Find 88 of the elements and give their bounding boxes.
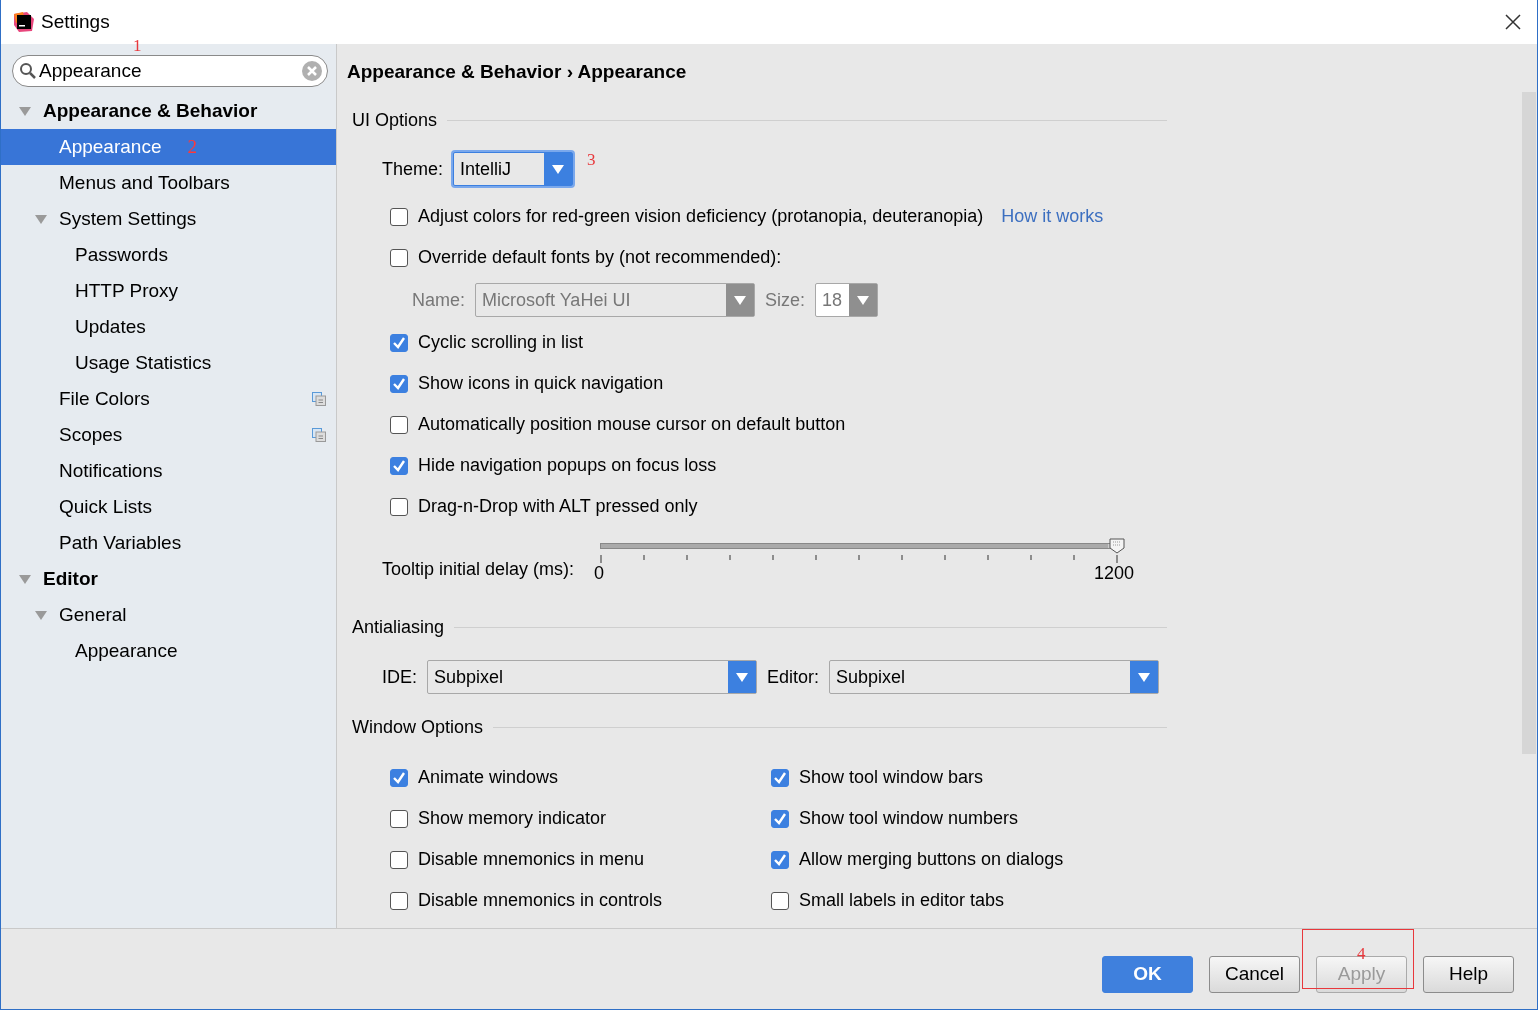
dropdown-arrow-icon (552, 164, 565, 174)
tree-item[interactable]: General (1, 597, 336, 633)
checkbox[interactable] (390, 333, 408, 352)
app-logo-icon (13, 11, 35, 33)
checkbox[interactable] (390, 850, 408, 869)
tree-item[interactable]: Usage Statistics (1, 345, 336, 381)
checkbox-label: Hide navigation popups on focus loss (418, 455, 717, 476)
checkbox[interactable] (771, 809, 789, 828)
expand-arrow-icon[interactable] (35, 213, 47, 225)
clear-icon[interactable] (301, 60, 323, 82)
checkbox-label: Animate windows (418, 767, 559, 788)
field-label: IDE: (382, 666, 417, 688)
help-link[interactable]: How it works (1001, 206, 1104, 227)
checkbox[interactable] (390, 415, 408, 434)
slider-min-label: 0 (594, 563, 605, 584)
tree-item[interactable]: Path Variables (1, 525, 336, 561)
dialog-button[interactable]: Help (1423, 955, 1514, 993)
dropdown-arrow-icon (734, 295, 746, 305)
field-label: Editor: (767, 666, 820, 688)
checkbox-label: Small labels in editor tabs (799, 890, 1005, 911)
checkbox[interactable] (771, 891, 789, 910)
checkbox-label: Show memory indicator (418, 808, 607, 829)
scrollbar[interactable] (1522, 92, 1536, 754)
copy-icon (312, 392, 326, 406)
checkbox[interactable] (390, 497, 408, 516)
checkbox-label: Drag-n-Drop with ALT pressed only (418, 496, 698, 517)
tree-item[interactable]: Quick Lists (1, 489, 336, 525)
tree-item[interactable]: HTTP Proxy (1, 273, 336, 309)
checkbox[interactable] (390, 374, 408, 393)
copy-icon (312, 428, 326, 442)
section-title: Antialiasing (352, 616, 445, 638)
expand-arrow-icon[interactable] (19, 573, 31, 585)
section-title: UI Options (352, 109, 438, 131)
breadcrumb: Appearance & Behavior › Appearance (347, 60, 688, 84)
checkbox-label: Cyclic scrolling in list (418, 332, 584, 353)
checkbox[interactable] (390, 248, 408, 267)
tree-item[interactable]: Updates (1, 309, 336, 345)
slider-max-label: 1200 (1094, 563, 1135, 584)
checkbox[interactable] (771, 768, 789, 787)
dialog-button[interactable]: Cancel (1209, 955, 1300, 993)
checkbox-label: Allow merging buttons on dialogs (799, 849, 1064, 870)
annotation-number: 2 (187, 136, 197, 158)
slider-thumb[interactable] (1109, 538, 1126, 554)
checkbox[interactable] (771, 850, 789, 869)
field-label: Name: (412, 289, 465, 311)
checkbox-label: Show tool window bars (799, 767, 984, 788)
checkbox[interactable] (390, 456, 408, 475)
antialiasing-dropdown[interactable]: Subpixel (829, 660, 1160, 694)
annotation-number: 3 (587, 150, 596, 170)
theme-dropdown[interactable]: IntelliJ (453, 152, 574, 186)
checkbox-label: Show icons in quick navigation (418, 373, 664, 394)
checkbox-label: Automatically position mouse cursor on default button (418, 414, 846, 435)
antialiasing-dropdown[interactable]: Subpixel (427, 660, 757, 694)
dialog-button[interactable]: OK (1102, 955, 1193, 993)
slider-label: Tooltip initial delay (ms): (382, 559, 575, 580)
tree-item[interactable]: Appearance & Behavior (1, 93, 336, 129)
tree-item[interactable]: File Colors (1, 381, 336, 417)
expand-arrow-icon[interactable] (19, 105, 31, 117)
tree-item[interactable]: Notifications (1, 453, 336, 489)
tree-item[interactable]: Appearance (1, 633, 336, 669)
checkbox[interactable] (390, 809, 408, 828)
search-field[interactable]: Appearance (12, 55, 328, 87)
search-icon (19, 62, 37, 80)
tree-item[interactable]: System Settings (1, 201, 336, 237)
tree-item[interactable]: Editor (1, 561, 336, 597)
close-icon[interactable] (1505, 14, 1521, 30)
checkbox-label: Adjust colors for red-green vision deficiency (protanopia, deuteranopia) (418, 206, 984, 227)
dropdown-arrow-icon (736, 672, 748, 682)
window-title: Settings (41, 11, 110, 33)
tree-item[interactable]: Scopes (1, 417, 336, 453)
section-title: Window Options (352, 716, 484, 738)
checkbox-label: Show tool window numbers (799, 808, 1019, 829)
tree-item[interactable]: Menus and Toolbars (1, 165, 336, 201)
checkbox-label: Disable mnemonics in menu (418, 849, 645, 870)
checkbox[interactable] (390, 207, 408, 226)
checkbox[interactable] (390, 768, 408, 787)
field-label: Theme: (382, 158, 444, 180)
dropdown-arrow-icon (1138, 672, 1151, 682)
expand-arrow-icon[interactable] (35, 609, 47, 621)
checkbox-label: Disable mnemonics in controls (418, 890, 663, 911)
tree-item[interactable]: Passwords (1, 237, 336, 273)
tree-item[interactable]: Appearance 2 (1, 129, 336, 165)
search-input[interactable]: Appearance (39, 60, 299, 82)
annotation-number: 1 (133, 36, 142, 56)
dropdown-arrow-icon (857, 295, 870, 305)
checkbox[interactable] (390, 891, 408, 910)
field-label: Size: (765, 289, 806, 311)
checkbox-label: Override default fonts by (not recommended): (418, 247, 782, 268)
